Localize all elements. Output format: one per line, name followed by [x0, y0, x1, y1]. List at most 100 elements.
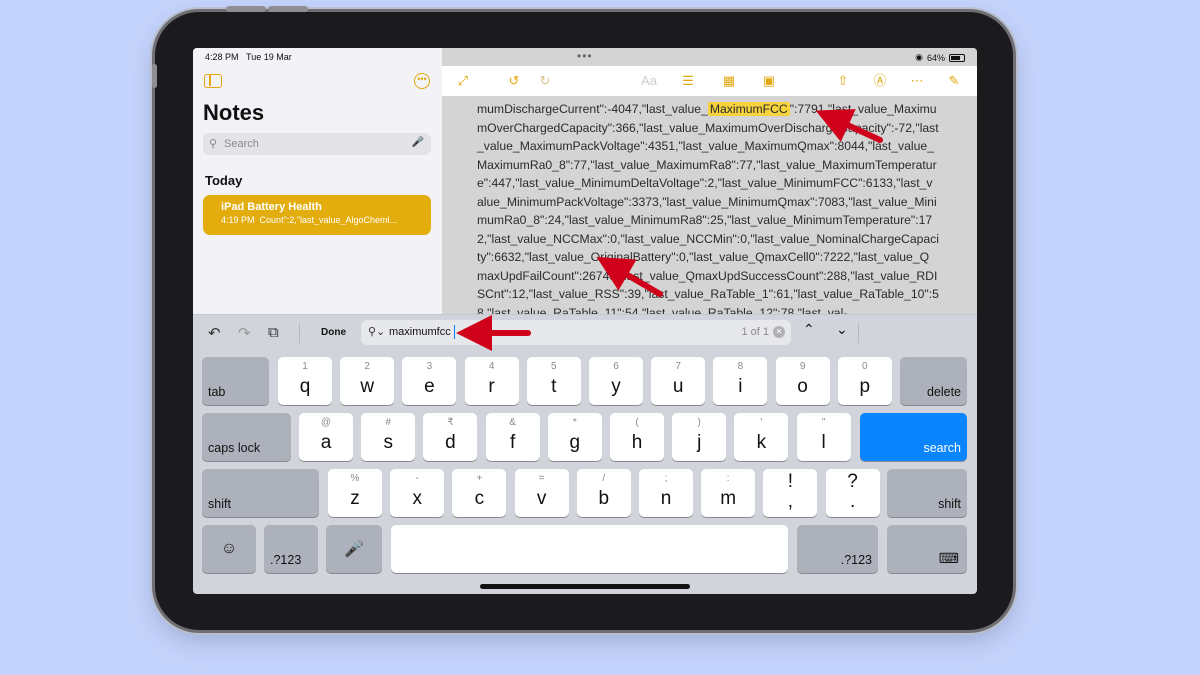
key-r[interactable]: 4r: [464, 357, 519, 405]
key-l[interactable]: " l: [796, 413, 851, 461]
key-label: s: [383, 432, 393, 453]
volume-button: [226, 6, 266, 12]
hide-keyboard-key[interactable]: ⌨: [887, 525, 967, 573]
multitasking-icon[interactable]: •••: [577, 49, 593, 63]
more-icon[interactable]: ⋯: [909, 73, 925, 89]
key-alt-label: 8: [737, 361, 744, 372]
key-o[interactable]: 9o: [775, 357, 830, 405]
key-b[interactable]: / b: [576, 469, 631, 517]
format-icon[interactable]: Aa: [639, 73, 659, 89]
microphone-icon[interactable]: 🎤: [412, 137, 424, 148]
tab-key[interactable]: tab: [202, 357, 269, 405]
share-icon[interactable]: ⇧: [835, 73, 851, 89]
notes-sidebar: ••• Notes ⚲ Search 🎤 Today iPad Battery …: [193, 48, 442, 314]
key-k[interactable]: ' k: [734, 413, 789, 461]
key-alt-label: !: [787, 471, 794, 492]
key-w[interactable]: 2w: [340, 357, 395, 405]
note-title: iPad Battery Health: [221, 201, 322, 213]
key-x[interactable]: -x: [390, 469, 445, 517]
markup-icon[interactable]: Ⓐ: [872, 73, 888, 89]
clear-icon[interactable]: ✕: [773, 326, 785, 338]
key-alt-label: #: [385, 417, 391, 428]
key-label: w: [360, 376, 375, 397]
key-alt-label: *: [572, 417, 577, 428]
note-preview-text: Count":2,"last_value_AlgoCheml...: [259, 215, 398, 225]
key-,[interactable]: !,: [763, 469, 818, 517]
key-alt-label: &: [509, 417, 516, 428]
key-i[interactable]: 8i: [713, 357, 768, 405]
numbers-right-key[interactable]: .?123: [797, 525, 878, 573]
undo-icon[interactable]: ↺: [506, 73, 522, 89]
note-body[interactable]: mumDischargeCurrent":-4047,"last_value_ M…: [477, 100, 939, 322]
key-alt-label: +: [476, 473, 483, 484]
key-u[interactable]: 7u: [651, 357, 706, 405]
caps-lock-key[interactable]: caps lock: [202, 413, 291, 461]
key-e[interactable]: 3e: [402, 357, 457, 405]
key-v[interactable]: = v: [514, 469, 569, 517]
key-alt-label: ": [821, 417, 826, 428]
search-placeholder: Search: [224, 138, 259, 150]
key-t[interactable]: 5t: [526, 357, 581, 405]
space-key[interactable]: [391, 525, 788, 573]
previous-match-icon[interactable]: ⌃: [803, 321, 815, 338]
more-options-icon[interactable]: •••: [414, 73, 430, 89]
next-match-icon[interactable]: ⌄: [836, 321, 848, 338]
redo-icon[interactable]: ↷: [238, 324, 251, 342]
note-text: ":7791,"last_value_MaximumOverChargedCap…: [477, 102, 939, 320]
numbers-left-key[interactable]: .?123: [264, 525, 318, 573]
key-label: v: [536, 488, 547, 509]
dictation-key[interactable]: 🎤: [326, 525, 382, 573]
key-alt-label: ?: [847, 471, 858, 492]
key-label: shift: [938, 497, 961, 511]
key-label: p: [859, 376, 871, 397]
key-a[interactable]: @ a: [299, 413, 353, 461]
clock: 4:28 PM: [205, 52, 239, 62]
delete-key[interactable]: delete: [900, 357, 967, 405]
divider: [858, 323, 859, 343]
volume-button: [268, 6, 308, 12]
key-n[interactable]: ; n: [639, 469, 693, 517]
key-label: o: [797, 376, 808, 397]
text-cursor: [454, 325, 455, 339]
done-button[interactable]: Done: [321, 327, 346, 338]
checklist-icon[interactable]: ☰: [680, 73, 696, 89]
key-q[interactable]: 1q: [278, 357, 332, 405]
undo-icon[interactable]: ↶: [208, 324, 221, 342]
key-alt-label: %: [350, 473, 360, 484]
sidebar-toggle-icon[interactable]: [204, 74, 222, 88]
find-input[interactable]: ⚲⌄ maximumfcc 1 of 1 ✕: [361, 320, 791, 345]
paste-icon[interactable]: ⧉: [268, 324, 279, 341]
key-g[interactable]: * g: [547, 413, 602, 461]
key-p[interactable]: 0p: [837, 357, 892, 405]
shift-left-key[interactable]: shift: [202, 469, 319, 517]
redo-icon[interactable]: ↻: [537, 73, 553, 89]
key-d[interactable]: ₹ d: [423, 413, 478, 461]
table-icon[interactable]: ▦: [721, 73, 737, 89]
key-alt-label: :: [726, 473, 730, 484]
key-c[interactable]: + c: [452, 469, 507, 517]
compose-icon[interactable]: ✎: [946, 73, 962, 89]
key-alt-label: (: [635, 417, 639, 428]
key-f[interactable]: & f: [485, 413, 540, 461]
notes-search-input[interactable]: ⚲ Search 🎤: [203, 133, 431, 155]
key-label: ,: [787, 491, 794, 512]
camera-icon[interactable]: ▣: [761, 73, 777, 89]
key-z[interactable]: % z: [328, 469, 382, 517]
key-j[interactable]: ) j: [672, 413, 727, 461]
search-key[interactable]: search: [860, 413, 967, 461]
keyboard-hide-icon: ⌨: [938, 550, 959, 566]
key-label: n: [660, 488, 672, 509]
key-y[interactable]: 6y: [589, 357, 643, 405]
key-s[interactable]: # s: [361, 413, 416, 461]
shift-right-key[interactable]: shift: [887, 469, 967, 517]
key-label: .?123: [270, 553, 302, 567]
expand-icon[interactable]: ⤢: [455, 73, 471, 89]
key-label: k: [756, 432, 767, 453]
key-h[interactable]: (h: [610, 413, 664, 461]
key-.[interactable]: ?.: [825, 469, 880, 517]
emoji-key[interactable]: ☺: [202, 525, 256, 573]
note-text: mumDischargeCurrent":-4047,"last_value_: [477, 102, 708, 116]
note-list-item[interactable]: iPad Battery Health 4:19 PM Count":2,"la…: [203, 195, 431, 235]
key-alt-label: 9: [799, 361, 806, 372]
key-m[interactable]: :m: [701, 469, 756, 517]
